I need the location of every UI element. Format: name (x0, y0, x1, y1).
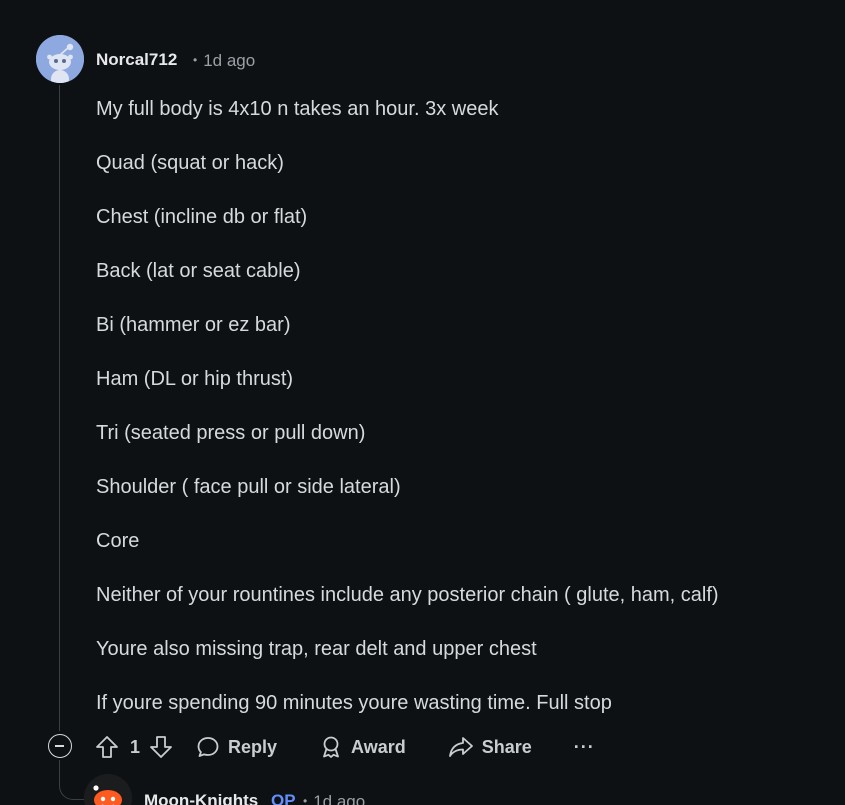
comment-paragraph: Quad (squat or hack) (96, 152, 284, 174)
award-label: Award (351, 736, 406, 757)
reply-timestamp[interactable]: 1d ago (313, 792, 365, 805)
comment-paragraph: Tri (seated press or pull down) (96, 422, 366, 444)
share-label: Share (481, 736, 532, 757)
speech-bubble-icon (197, 737, 219, 757)
op-badge: OP (271, 791, 296, 805)
more-options-button[interactable]: ··· (574, 737, 595, 758)
comment-paragraph: Shoulder ( face pull or side lateral) (96, 476, 401, 498)
share-arrow-icon (448, 737, 473, 757)
comment-paragraph: Neither of your rountines include any po… (96, 584, 719, 606)
downvote-arrow-icon (150, 736, 172, 758)
comment-paragraph: Ham (DL or hip thrust) (96, 368, 294, 390)
comment-paragraph: Bi (hammer or ez bar) (96, 314, 291, 336)
comment-paragraph: My full body is 4x10 n takes an hour. 3x… (96, 98, 499, 120)
author-avatar[interactable] (36, 35, 84, 83)
reply-thread-branch (59, 760, 87, 800)
upvote-arrow-icon (96, 736, 118, 758)
meta-separator: • (303, 794, 308, 805)
vote-count: 1 (130, 736, 141, 757)
snoo-avatar-icon (84, 774, 132, 805)
award-ribbon-icon (323, 736, 339, 758)
award-button[interactable]: Award (319, 735, 406, 759)
upvote-button[interactable] (94, 734, 120, 760)
comment-author[interactable]: Norcal712 (96, 49, 177, 71)
comment-paragraph: Back (lat or seat cable) (96, 260, 301, 282)
reply-button[interactable]: Reply (196, 735, 277, 759)
reply-meta: • 1d ago (303, 790, 365, 805)
comment-action-bar: 1 Reply Award Share ··· (94, 731, 595, 763)
comment-timestamp[interactable]: 1d ago (203, 51, 255, 70)
reply-label: Reply (228, 736, 278, 757)
collapse-thread-button[interactable] (48, 734, 72, 758)
share-button[interactable]: Share (448, 735, 532, 759)
comment-paragraph: Youre also missing trap, rear delt and u… (96, 638, 537, 660)
comment-paragraph: Core (96, 530, 140, 552)
comment-body: My full body is 4x10 n takes an hour. 3x… (96, 95, 816, 743)
thread-line[interactable] (59, 85, 60, 731)
comment-meta: • 1d ago (193, 49, 255, 72)
reply-author[interactable]: Moon-Knights (144, 790, 258, 805)
downvote-button[interactable] (148, 734, 174, 760)
meta-separator: • (193, 53, 198, 67)
snoo-avatar-icon (36, 35, 84, 83)
comment-paragraph: Chest (incline db or flat) (96, 206, 308, 228)
reply-author-avatar[interactable] (84, 774, 132, 805)
